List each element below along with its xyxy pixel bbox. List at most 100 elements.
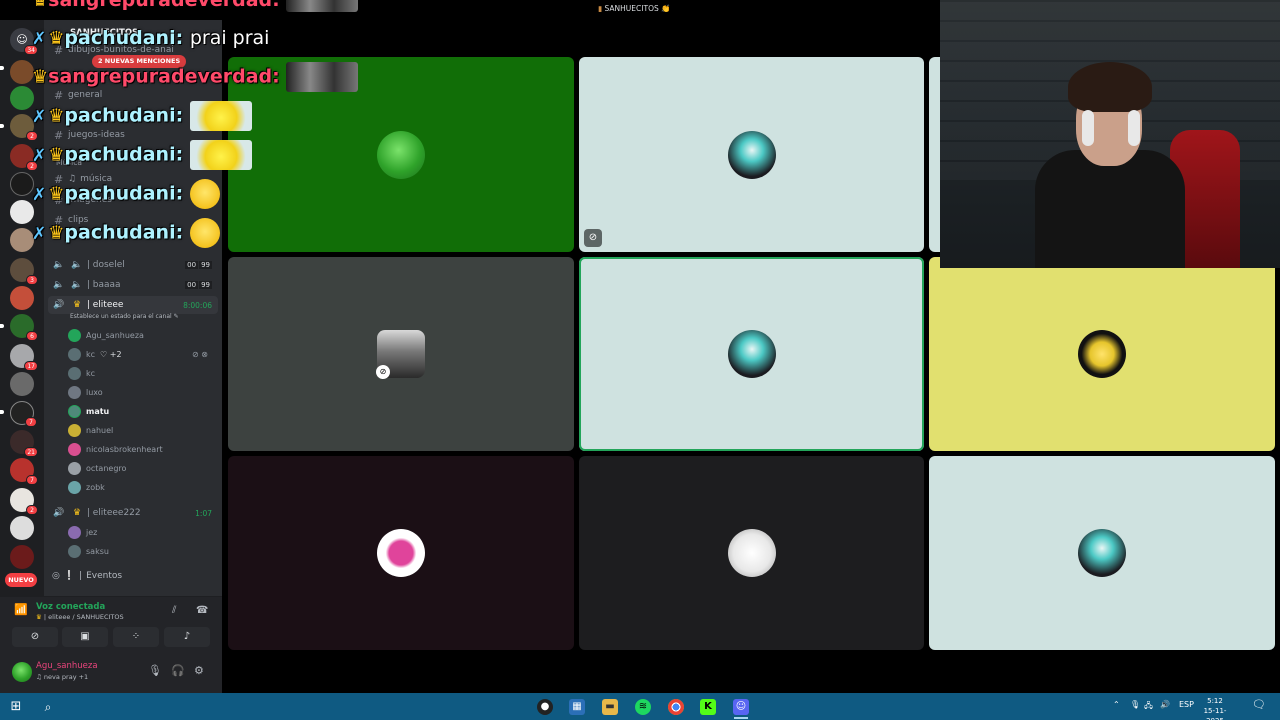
participant-tile[interactable] (929, 456, 1275, 650)
voice-channel[interactable]: 🔈 🔈 | baaaa 00 99 (48, 276, 218, 294)
camera-off-button[interactable]: ⊘ (12, 627, 58, 647)
clock[interactable]: 5:1215-11-2025 (1200, 696, 1230, 720)
voice-member[interactable]: matu (68, 403, 109, 419)
disconnect-icon[interactable]: ☎ (196, 605, 208, 616)
server-icon[interactable]: 17 (10, 344, 38, 371)
signal-icon[interactable]: 📶 (14, 603, 28, 616)
participant-tile[interactable] (929, 257, 1275, 451)
chrome-icon[interactable] (668, 699, 684, 715)
participant-avatar (727, 529, 776, 577)
crown-icon: ♛ (36, 613, 42, 621)
kick-icon[interactable]: K (700, 699, 716, 715)
volume-icon[interactable]: 🔊 (1160, 700, 1170, 709)
events-icon: ◎ (52, 571, 60, 581)
voice-member[interactable]: nicolasbrokenheart (68, 441, 163, 457)
server-icon[interactable] (10, 228, 34, 252)
speaker-icon: 🔈 (53, 280, 65, 290)
stream-preview-icon[interactable]: ⊘ (584, 229, 602, 247)
voice-member[interactable]: Agu_sanhueza (68, 327, 144, 343)
user-status: ♫ neva pray +1 (36, 673, 89, 681)
voice-member[interactable]: zobk (68, 479, 105, 495)
windows-start-icon[interactable]: ⊞ (8, 699, 24, 715)
voice-connection-panel: 📶 Voz conectada ♛ | eliteee / SANHUECITO… (0, 596, 222, 654)
voice-member[interactable]: kc ♡ +2 (68, 346, 122, 362)
server-icon[interactable]: 2 (10, 144, 38, 171)
participant-tile-partial[interactable] (929, 57, 940, 252)
discord-home-icon[interactable]: ☺ 34 (10, 28, 38, 55)
avatar (68, 525, 81, 539)
tray-chevron-icon[interactable]: ⌃ (1113, 700, 1120, 709)
sword-icon: ✗ (32, 223, 47, 244)
user-avatar[interactable] (12, 662, 32, 682)
crown-icon: ♛ (32, 66, 49, 88)
soundboard-button[interactable]: ♪ (164, 627, 210, 647)
microphone-icon[interactable]: 🎙 (1130, 700, 1140, 709)
server-icon[interactable]: 7 (10, 458, 38, 485)
avatar (68, 404, 81, 418)
voice-member[interactable]: luxo (68, 384, 103, 400)
server-icon[interactable]: 2 (10, 488, 38, 515)
voice-connected-label[interactable]: Voz conectada (36, 602, 105, 612)
network-icon[interactable]: 🖧 (1144, 700, 1153, 714)
voice-connected-channel[interactable]: ♛ | eliteee / SANHUECITOS (36, 613, 124, 621)
avatar (68, 423, 81, 437)
windows-taskbar: ⊞ ⌕ ● ▦ ▬ ≋ K ☺ ⌃ 🎙 🖧 🔊 ESP 5:1215-11-20… (0, 693, 1280, 720)
voice-member[interactable]: jez (68, 524, 97, 540)
obs-icon[interactable]: ● (537, 699, 553, 715)
username[interactable]: Agu_sanhueza (36, 661, 98, 671)
server-icon[interactable] (10, 60, 34, 84)
discord-icon[interactable]: ☺ (733, 699, 749, 715)
participant-avatar (1078, 330, 1126, 378)
crown-icon: ♛ (48, 105, 65, 127)
server-icon[interactable] (10, 286, 34, 310)
stage-title: ▮ SANHUECITOS 👏 (598, 4, 671, 13)
participant-tile-speaking[interactable] (579, 257, 924, 451)
sword-icon: ✗ (32, 29, 47, 49)
channel-status-prompt[interactable]: Establece un estado para el canal ✎ (70, 313, 179, 320)
voice-channel[interactable]: 🔈 🔈 | doselel 00 99 (48, 256, 218, 274)
headphones (1128, 110, 1140, 146)
server-icon[interactable] (10, 86, 34, 110)
participant-tile[interactable] (228, 456, 574, 650)
spotify-icon[interactable]: ≋ (635, 699, 651, 715)
events-channel[interactable]: ◎ ❕ | Eventos (52, 568, 122, 584)
store-icon[interactable]: ▦ (569, 699, 585, 715)
server-icon[interactable] (10, 200, 34, 224)
chat-message: ♛sangrepuradeverdad: (32, 62, 359, 92)
server-icon[interactable] (10, 545, 34, 569)
headphones-icon[interactable]: 🎧 (171, 664, 185, 677)
voice-channel-active[interactable]: 🔊 ♛ | eliteee 8:00:06 (48, 296, 218, 314)
participant-tile[interactable]: ⊘ (579, 57, 924, 252)
participant-tile[interactable]: ⊘ (228, 257, 574, 451)
server-icon[interactable] (10, 516, 34, 540)
settings-gear-icon[interactable]: ⚙ (194, 664, 204, 677)
avatar (68, 385, 81, 399)
notifications-icon[interactable]: 🗨 (1252, 698, 1266, 711)
exclamation-icon: ❕ (63, 571, 76, 581)
new-badge[interactable]: NUEVO (5, 573, 37, 587)
server-icon[interactable]: 21 (10, 430, 38, 457)
voice-channel[interactable]: 🔊 ♛ | eliteee222 1:07 (48, 504, 218, 522)
voice-member[interactable]: saksu (68, 543, 109, 559)
voice-member[interactable]: nahuel (68, 422, 113, 438)
server-icon[interactable] (10, 172, 34, 196)
screen-share-button[interactable]: ▣ (62, 627, 108, 647)
noise-suppression-icon[interactable]: ⫽ (172, 605, 176, 616)
language-indicator[interactable]: ESP (1179, 700, 1194, 709)
activities-button[interactable]: ⁘ (113, 627, 159, 647)
voice-member[interactable]: octanegro (68, 460, 126, 476)
server-icon[interactable]: 6 (10, 314, 38, 341)
voice-member[interactable]: kc (68, 365, 95, 381)
emote-pikachu (189, 101, 252, 131)
participant-tile[interactable] (579, 456, 924, 650)
search-icon[interactable]: ⌕ (40, 699, 56, 715)
chat-message: ✗ ♛pachudani: prai prai (32, 27, 270, 49)
server-icon[interactable] (10, 372, 34, 396)
server-icon[interactable]: 3 (10, 258, 38, 285)
server-icon[interactable]: 7 (10, 401, 37, 427)
file-explorer-icon[interactable]: ▬ (602, 699, 618, 715)
server-icon[interactable]: 2 (10, 114, 38, 141)
speaker-icon: 🔈 (71, 260, 83, 270)
microphone-icon[interactable]: 🎙 (148, 664, 162, 677)
user-panel: Agu_sanhueza ♫ neva pray +1 🎙 🎧 ⚙ (0, 654, 222, 693)
